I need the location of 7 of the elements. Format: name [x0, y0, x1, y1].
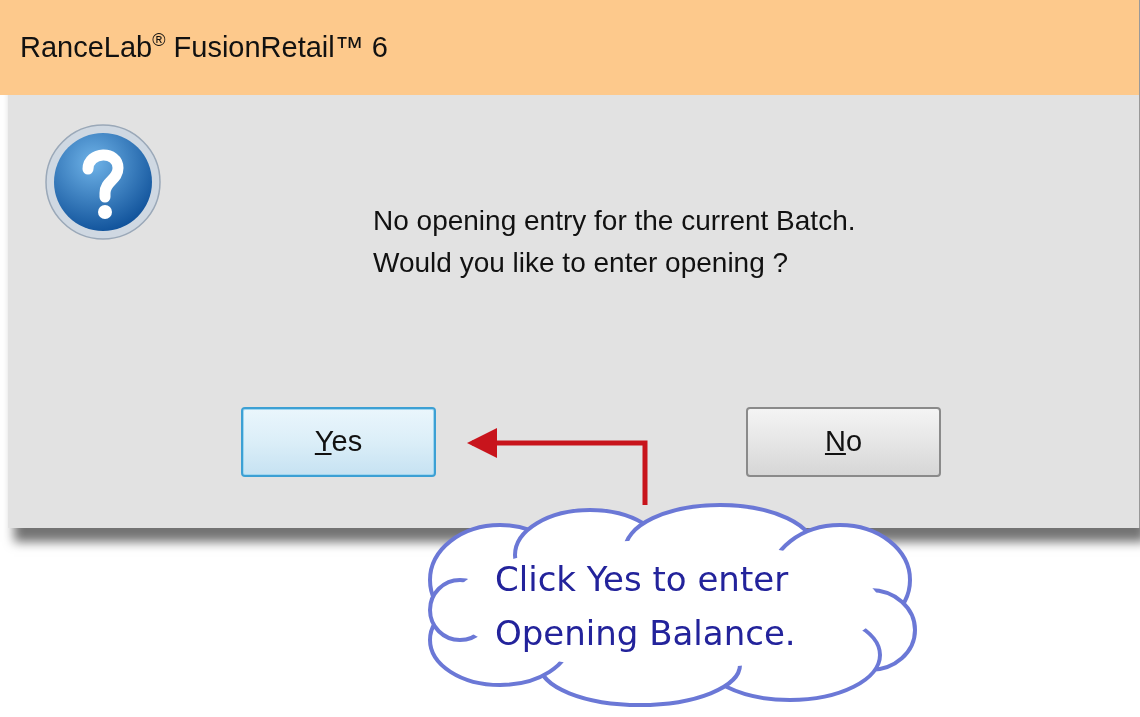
window-title: RanceLab$^{®}$ FusionRetail™ 6: [20, 28, 388, 65]
dialog-button[interactable]: No: [746, 407, 941, 477]
dialog-button[interactable]: Yes: [241, 407, 436, 477]
message-text: Would you like to enter opening ?: [373, 246, 790, 280]
callout-text: Click Yes to enter Opening Balance.: [495, 558, 796, 655]
question-icon: [44, 123, 162, 241]
message-text: No opening entry for the current Batch.: [373, 204, 856, 238]
